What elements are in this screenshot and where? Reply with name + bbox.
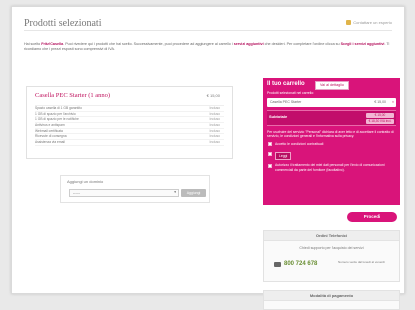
cart-label: Prodotti selezionati nel carrello: bbox=[267, 91, 315, 95]
phone-order-title: Ordini Telefonici bbox=[264, 231, 399, 241]
close-icon[interactable]: × bbox=[392, 100, 394, 105]
offer-price: € 15,00 bbox=[206, 93, 220, 98]
help-link[interactable]: Contattare un esperto bbox=[346, 20, 392, 26]
header: Prodotti selezionati Contattare un esper… bbox=[24, 17, 392, 31]
offer-box: Casella PEC Starter (1 anno) € 15,00 Spa… bbox=[26, 86, 233, 159]
payment-box: Modalità di pagamento bbox=[263, 290, 400, 310]
phone-icon bbox=[274, 261, 281, 267]
feature-row: Assistenza via email Incluso bbox=[35, 140, 224, 146]
cart-total: Subtotale € 15,00 € 18,30 IVA incl. bbox=[267, 109, 396, 126]
cart-item[interactable]: Casella PEC Starter € 15,00 × bbox=[267, 97, 396, 107]
phone-note: Numero verde dal lunedì al venerdì bbox=[338, 259, 385, 264]
page-title: Prodotti selezionati bbox=[24, 18, 102, 29]
cart-panel: Il tuo carrello Vai al dettaglio Prodott… bbox=[263, 78, 400, 205]
intro-text: Hai scelto Fritz!Casella. Puoi rivedere … bbox=[24, 42, 390, 51]
payment-title: Modalità di pagamento bbox=[264, 291, 399, 301]
feature-list: Spazio casella di 1 GB garantito Incluso … bbox=[35, 105, 224, 146]
cart-title: Il tuo carrello bbox=[267, 81, 305, 87]
phone-order-text: Chiedi supporto per l'acquisto dei servi… bbox=[299, 246, 364, 250]
proceed-button[interactable]: Procedi bbox=[347, 212, 397, 222]
read-terms-checkbox[interactable]: Leggi bbox=[267, 151, 396, 161]
add-domain-box: Aggiungi un dominio ------ ▾ Aggiungi bbox=[60, 175, 210, 203]
page: Prodotti selezionati Contattare un esper… bbox=[11, 6, 405, 310]
domain-select[interactable]: ------ ▾ bbox=[69, 189, 179, 198]
add-domain-button[interactable]: Aggiungi bbox=[181, 189, 206, 198]
terms-checkbox[interactable]: Accetto le condizioni contrattuali bbox=[267, 142, 396, 149]
privacy-checkbox[interactable]: Autorizzo il trattamento dei miei dati p… bbox=[267, 163, 396, 172]
add-domain-title: Aggiungi un dominio bbox=[67, 179, 104, 184]
help-icon bbox=[346, 20, 352, 26]
cart-detail-link[interactable]: Vai al dettaglio bbox=[315, 81, 349, 90]
phone-number[interactable]: 800 724 678 bbox=[284, 260, 317, 268]
phone-order-box: Ordini Telefonici Chiedi supporto per l'… bbox=[263, 230, 400, 282]
offer-header: Casella PEC Starter (1 anno) € 15,00 bbox=[35, 92, 224, 101]
chevron-down-icon: ▾ bbox=[174, 190, 176, 195]
offer-title: Casella PEC Starter (1 anno) bbox=[35, 92, 111, 99]
cart-notice: Per usufruire del servizio "Personal" di… bbox=[267, 129, 394, 139]
